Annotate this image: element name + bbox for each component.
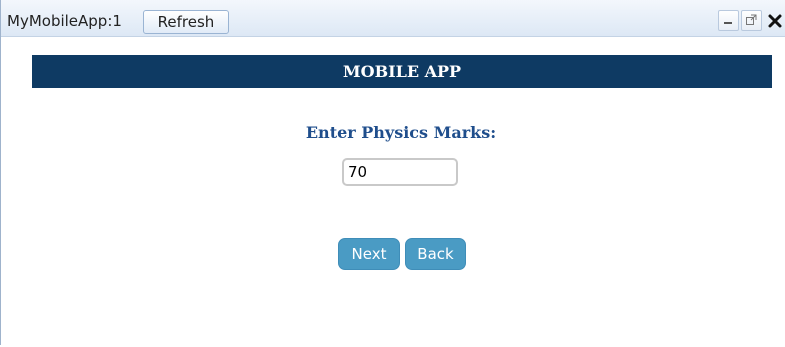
window-controls — [718, 10, 785, 32]
physics-marks-label: Enter Physics Marks: — [305, 123, 497, 142]
physics-marks-input[interactable] — [342, 158, 458, 186]
app-header: MOBILE APP — [32, 55, 772, 88]
popout-icon — [746, 14, 757, 25]
app-title: MyMobileApp:1 — [7, 12, 122, 30]
close-icon — [768, 14, 782, 28]
minimize-icon — [724, 22, 732, 24]
refresh-button[interactable]: Refresh — [143, 10, 229, 34]
close-button[interactable] — [764, 10, 785, 29]
minimize-button[interactable] — [718, 10, 739, 31]
popout-button[interactable] — [741, 10, 762, 31]
app-window: MyMobileApp:1 Refresh MOBILE APP Enter P… — [0, 0, 785, 345]
window-titlebar: MyMobileApp:1 Refresh — [1, 0, 785, 37]
back-button[interactable]: Back — [405, 238, 466, 270]
next-button[interactable]: Next — [338, 238, 400, 270]
